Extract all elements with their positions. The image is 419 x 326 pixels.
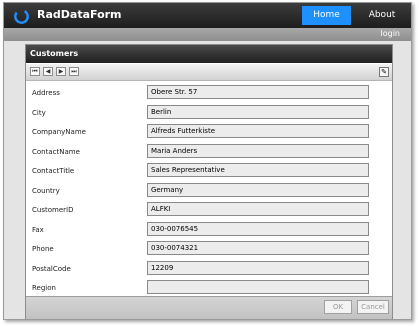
- form-footer: OK Cancel: [26, 296, 392, 319]
- field-row-companyname: CompanyName Alfreds Futterkiste: [26, 123, 392, 142]
- companyname-field[interactable]: Alfreds Futterkiste: [147, 124, 369, 138]
- contactname-field[interactable]: Maria Anders: [147, 143, 369, 158]
- region-field[interactable]: [147, 280, 369, 294]
- address-field[interactable]: Obere Str. 57: [147, 85, 369, 99]
- customerid-field[interactable]: ALFKI: [147, 202, 369, 216]
- top-bar: RadDataForm Home About: [4, 3, 411, 28]
- nav-about-link[interactable]: About: [362, 6, 402, 25]
- field-row-country: Country Germany: [26, 182, 392, 201]
- field-label: CustomerID: [32, 206, 74, 214]
- field-label: Region: [32, 284, 56, 292]
- field-row-contacttitle: ContactTitle Sales Representative: [26, 162, 392, 181]
- nav-home-button[interactable]: Home: [302, 6, 351, 25]
- phone-field[interactable]: 030-0074321: [147, 241, 369, 255]
- app-window: RadDataForm Home About login Customers ⏮…: [3, 2, 412, 320]
- field-row-postalcode: PostalCode 12209: [26, 260, 392, 279]
- field-row-fax: Fax 030-0076545: [26, 221, 392, 240]
- field-row-address: Address Obere Str. 57: [26, 84, 392, 103]
- previous-record-icon[interactable]: ◀: [43, 67, 53, 76]
- raddataform-logo-icon: [14, 9, 29, 24]
- last-record-icon[interactable]: ⏭: [69, 67, 79, 76]
- field-label: ContactName: [32, 147, 80, 156]
- form-title: Customers: [30, 49, 79, 58]
- form-toolbar: ⏮ ◀ ▶ ⏭ ✎: [26, 64, 392, 81]
- field-label: Address: [32, 89, 60, 97]
- postalcode-field[interactable]: 12209: [147, 260, 369, 275]
- form-header: Customers: [26, 45, 392, 63]
- ok-button[interactable]: OK: [324, 300, 352, 314]
- fax-field[interactable]: 030-0076545: [147, 221, 369, 236]
- sub-bar: login: [4, 28, 411, 41]
- field-label: Country: [32, 186, 60, 195]
- field-label: Phone: [32, 245, 54, 253]
- first-record-icon[interactable]: ⏮: [30, 67, 40, 76]
- login-link[interactable]: login: [381, 29, 401, 38]
- country-field[interactable]: Germany: [147, 182, 369, 197]
- field-label: ContactTitle: [32, 167, 75, 175]
- next-record-icon[interactable]: ▶: [56, 67, 66, 76]
- field-row-phone: Phone 030-0074321: [26, 240, 392, 259]
- app-title: RadDataForm: [37, 8, 122, 21]
- data-form: Customers ⏮ ◀ ▶ ⏭ ✎ Address Obere Str. 5…: [25, 44, 393, 319]
- field-label: City: [32, 108, 46, 117]
- city-field[interactable]: Berlin: [147, 104, 369, 119]
- pencil-icon[interactable]: ✎: [379, 67, 389, 77]
- field-label: PostalCode: [32, 264, 71, 273]
- field-row-contactname: ContactName Maria Anders: [26, 143, 392, 162]
- field-label: Fax: [32, 225, 44, 234]
- cancel-button[interactable]: Cancel: [357, 300, 389, 314]
- contacttitle-field[interactable]: Sales Representative: [147, 163, 369, 177]
- field-label: CompanyName: [32, 128, 86, 136]
- field-row-customerid: CustomerID ALFKI: [26, 201, 392, 220]
- field-row-city: City Berlin: [26, 104, 392, 123]
